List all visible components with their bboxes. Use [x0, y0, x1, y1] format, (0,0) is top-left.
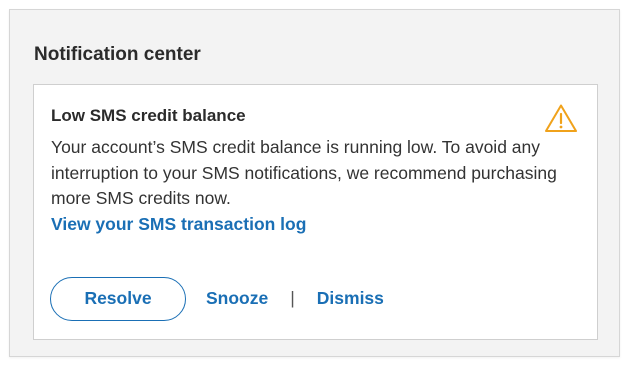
warning-icon	[545, 104, 577, 132]
resolve-button[interactable]: Resolve	[50, 276, 186, 321]
notification-message: Your account’s SMS credit balance is run…	[51, 137, 557, 208]
panel-title: Notification center	[34, 44, 201, 65]
snooze-button[interactable]: Snooze	[206, 288, 268, 309]
notification-center-panel: Notification center Low SMS credit balan…	[9, 9, 620, 357]
dismiss-button[interactable]: Dismiss	[317, 288, 384, 309]
notification-title: Low SMS credit balance	[51, 106, 246, 125]
notification-actions: Resolve Snooze | Dismiss	[50, 276, 384, 321]
action-separator: |	[290, 288, 295, 308]
notification-card: Low SMS credit balance Your account’s SM…	[33, 84, 598, 340]
view-sms-transaction-log-link[interactable]: View your SMS transaction log	[51, 212, 571, 238]
notification-message-block: Your account’s SMS credit balance is run…	[51, 135, 571, 237]
